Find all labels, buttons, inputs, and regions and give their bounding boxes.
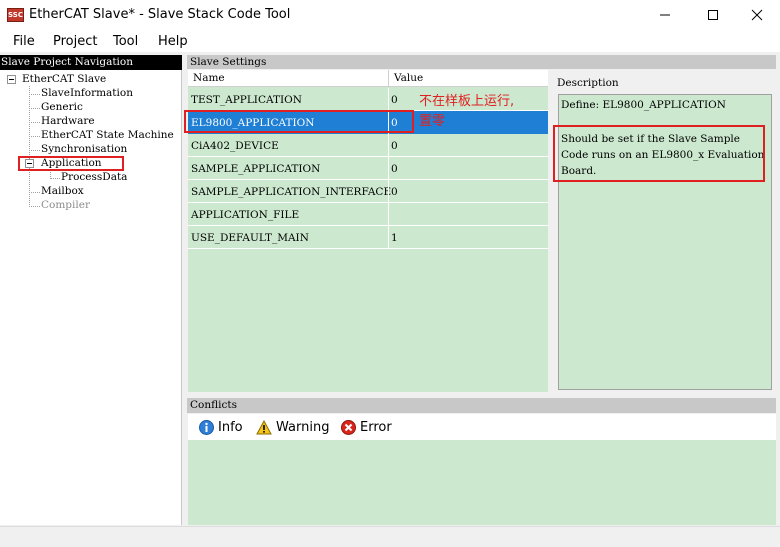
cell-separator bbox=[388, 88, 389, 111]
tree-line bbox=[29, 136, 40, 137]
row-name: USE_DEFAULT_MAIN bbox=[191, 232, 309, 244]
app-icon: SSC bbox=[7, 8, 24, 22]
row-name: APPLICATION_FILE bbox=[191, 209, 300, 221]
tree-collapse-icon[interactable] bbox=[7, 75, 16, 84]
info-filter-button[interactable]: Info bbox=[199, 419, 243, 435]
warning-label: Warning bbox=[276, 419, 330, 435]
close-icon bbox=[751, 9, 763, 21]
description-define: Define: EL9800_APPLICATION bbox=[561, 99, 726, 111]
row-name: CiA402_DEVICE bbox=[191, 140, 279, 152]
row-value[interactable]: 0 bbox=[391, 163, 398, 175]
info-label: Info bbox=[218, 419, 243, 435]
error-label: Error bbox=[360, 419, 392, 435]
conflicts-list[interactable] bbox=[188, 440, 776, 525]
warning-icon bbox=[256, 419, 272, 434]
cell-separator bbox=[388, 180, 389, 203]
annotation-highlight-box bbox=[184, 110, 414, 133]
row-name: SAMPLE_APPLICATION bbox=[191, 163, 321, 175]
tree-line bbox=[29, 206, 40, 207]
row-name: SAMPLE_APPLICATION_INTERFACE bbox=[191, 186, 392, 198]
menu-file[interactable]: File bbox=[13, 34, 35, 49]
error-filter-button[interactable]: Error bbox=[341, 419, 392, 435]
info-icon bbox=[199, 419, 214, 435]
settings-row[interactable]: SAMPLE_APPLICATION 0 bbox=[188, 157, 548, 180]
maximize-button[interactable] bbox=[690, 0, 736, 30]
column-separator[interactable] bbox=[388, 70, 389, 87]
row-value[interactable]: 1 bbox=[391, 232, 398, 244]
description-label: Description bbox=[557, 77, 619, 89]
conflicts-header: Conflicts bbox=[187, 398, 776, 413]
tree-item-processdata[interactable]: ProcessData bbox=[61, 171, 127, 184]
settings-row[interactable]: APPLICATION_FILE bbox=[188, 203, 548, 226]
minimize-button[interactable] bbox=[642, 0, 688, 30]
warning-filter-button[interactable]: Warning bbox=[256, 419, 329, 435]
menu-project[interactable]: Project bbox=[53, 34, 97, 49]
settings-header: Slave Settings bbox=[187, 55, 776, 69]
tree-line bbox=[29, 122, 40, 123]
grid-header-row: Name Value bbox=[188, 70, 548, 87]
settings-row[interactable]: SAMPLE_APPLICATION_INTERFACE 0 bbox=[188, 180, 548, 203]
tree-item-generic[interactable]: Generic bbox=[41, 101, 83, 114]
cell-separator bbox=[388, 134, 389, 157]
close-button[interactable] bbox=[734, 0, 780, 30]
row-name: TEST_APPLICATION bbox=[191, 94, 302, 106]
tree-line bbox=[50, 178, 60, 179]
cell-separator bbox=[388, 226, 389, 249]
cell-separator bbox=[388, 203, 389, 226]
cell-separator bbox=[388, 157, 389, 180]
tree-line bbox=[29, 108, 40, 109]
navigation-panel: Slave Project Navigation EtherCAT Slave … bbox=[0, 55, 182, 525]
tree-item-ethercat-slave[interactable]: EtherCAT Slave bbox=[22, 73, 106, 86]
annotation-note: 不在样板上运行, 置零 bbox=[419, 92, 514, 132]
tree-item-compiler[interactable]: Compiler bbox=[41, 199, 90, 212]
column-header-value[interactable]: Value bbox=[394, 72, 423, 84]
menu-bar: File Project Tool Help bbox=[0, 30, 780, 53]
annotation-highlight-box bbox=[18, 156, 124, 171]
annotation-line-2: 置零 bbox=[419, 114, 446, 129]
maximize-icon bbox=[708, 10, 718, 20]
title-bar: SSC EtherCAT Slave* - Slave Stack Code T… bbox=[0, 0, 780, 30]
annotation-line-1: 不在样板上运行, bbox=[419, 94, 515, 109]
description-panel: Description Define: EL9800_APPLICATION S… bbox=[548, 70, 776, 392]
row-value[interactable]: 0 bbox=[391, 94, 398, 106]
nav-header: Slave Project Navigation bbox=[0, 55, 182, 70]
tree-item-hardware[interactable]: Hardware bbox=[41, 115, 95, 128]
status-bar bbox=[0, 526, 780, 547]
row-value[interactable]: 0 bbox=[391, 186, 398, 198]
settings-row[interactable]: CiA402_DEVICE 0 bbox=[188, 134, 548, 157]
tree-item-synchronisation[interactable]: Synchronisation bbox=[41, 143, 127, 156]
tree-line bbox=[29, 150, 40, 151]
row-value[interactable]: 0 bbox=[391, 140, 398, 152]
tree-line bbox=[29, 94, 40, 95]
window-title: EtherCAT Slave* - Slave Stack Code Tool bbox=[29, 7, 291, 22]
menu-tool[interactable]: Tool bbox=[113, 34, 138, 49]
tree-item-slaveinformation[interactable]: SlaveInformation bbox=[41, 87, 133, 100]
conflicts-toolbar: Info Warning Error bbox=[188, 414, 776, 440]
tree-item-ethercat-state-machine[interactable]: EtherCAT State Machine bbox=[41, 129, 174, 142]
minimize-icon bbox=[660, 14, 670, 16]
tree-item-mailbox[interactable]: Mailbox bbox=[41, 185, 84, 198]
row-separator bbox=[188, 248, 548, 249]
tree-line bbox=[29, 192, 40, 193]
annotation-highlight-box bbox=[553, 125, 765, 182]
error-icon bbox=[341, 419, 356, 435]
menu-help[interactable]: Help bbox=[158, 34, 188, 49]
column-header-name[interactable]: Name bbox=[193, 72, 225, 84]
tree-line bbox=[29, 86, 30, 207]
settings-row[interactable]: USE_DEFAULT_MAIN 1 bbox=[188, 226, 548, 249]
